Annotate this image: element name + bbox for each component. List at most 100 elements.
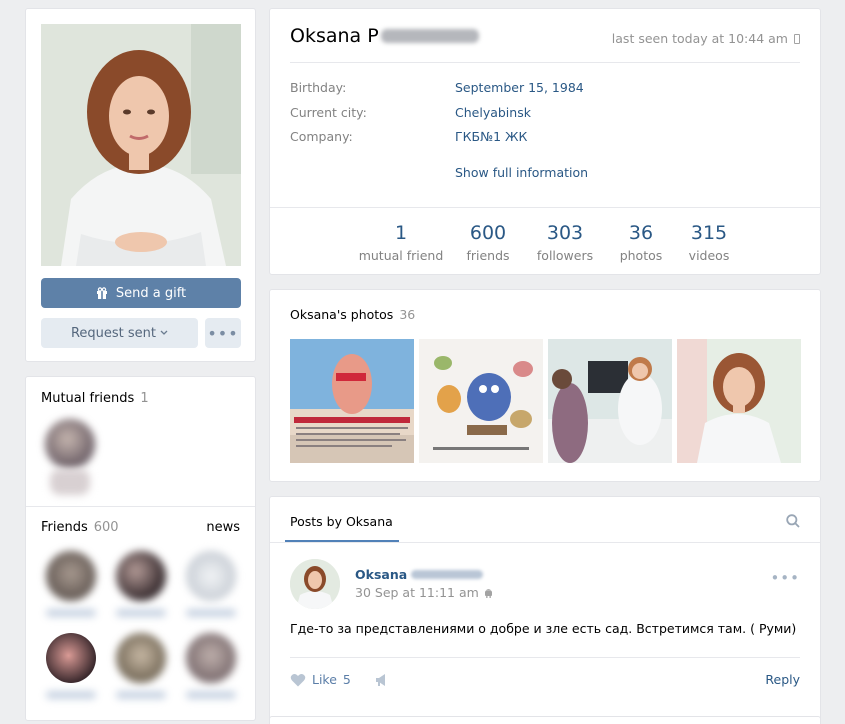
request-sent-label: Request sent bbox=[70, 325, 157, 341]
send-gift-button[interactable]: Send a gift bbox=[41, 278, 241, 308]
last-seen-status: last seen today at 10:44 am bbox=[612, 31, 800, 46]
post-author-link[interactable]: Oksana bbox=[355, 567, 484, 582]
counter-followers[interactable]: 303 followers bbox=[532, 222, 598, 263]
counter-number: 303 bbox=[546, 222, 584, 244]
page-title: Oksana P bbox=[290, 25, 479, 47]
friend-avatar bbox=[45, 419, 95, 469]
counter-label: videos bbox=[688, 248, 730, 263]
counter-mutual[interactable]: 1 mutual friend bbox=[358, 222, 444, 263]
friend-name-blurred bbox=[116, 691, 166, 699]
more-icon: ••• bbox=[207, 323, 239, 343]
android-icon bbox=[484, 588, 492, 598]
counter-number: 600 bbox=[469, 222, 507, 244]
photos-header[interactable]: Oksana's photos 36 bbox=[290, 307, 415, 322]
profile-photo[interactable] bbox=[41, 24, 241, 266]
friend-name-blurred bbox=[186, 609, 236, 617]
heart-icon bbox=[290, 673, 306, 686]
divider bbox=[270, 542, 820, 543]
mutual-friend-item[interactable] bbox=[45, 419, 95, 495]
photos-card: Oksana's photos 36 bbox=[269, 289, 821, 482]
search-icon[interactable] bbox=[786, 514, 800, 528]
divider bbox=[26, 506, 255, 507]
like-count: 5 bbox=[342, 672, 351, 687]
chevron-down-icon bbox=[160, 330, 168, 335]
birthday-link[interactable]: September 15, 1984 bbox=[455, 80, 584, 95]
mutual-friends-header[interactable]: Mutual friends 1 bbox=[41, 391, 149, 406]
friend-name-blurred bbox=[46, 691, 96, 699]
mutual-friends-count: 1 bbox=[140, 391, 149, 406]
counter-friends[interactable]: 600 friends bbox=[458, 222, 518, 263]
city-link[interactable]: Chelyabinsk bbox=[455, 105, 531, 120]
info-label: Company: bbox=[290, 129, 353, 144]
friend-avatar bbox=[186, 633, 236, 683]
friend-item[interactable] bbox=[46, 551, 96, 617]
counter-videos[interactable]: 315 videos bbox=[684, 222, 734, 263]
photo-thumbnail[interactable] bbox=[290, 339, 414, 463]
post-author-avatar[interactable] bbox=[290, 559, 340, 609]
friend-avatar bbox=[46, 633, 96, 683]
counter-number: 1 bbox=[394, 222, 408, 244]
share-icon[interactable] bbox=[375, 673, 391, 687]
post-date: 30 Sep at 11:11 am bbox=[355, 585, 479, 600]
like-button[interactable]: Like 5 bbox=[290, 672, 351, 687]
friends-news-link[interactable]: news bbox=[206, 520, 240, 535]
friend-avatar bbox=[186, 551, 236, 601]
reply-link[interactable]: Reply bbox=[765, 672, 800, 687]
posts-card: Posts by Oksana Oksana 30 Sep at 11:11 a… bbox=[269, 496, 821, 721]
send-gift-label: Send a gift bbox=[115, 285, 187, 301]
photo-thumbnail[interactable] bbox=[548, 339, 672, 463]
friend-name-blurred bbox=[186, 691, 236, 699]
friend-item[interactable] bbox=[186, 551, 236, 617]
friends-title: Friends bbox=[41, 520, 88, 535]
profile-name-blurred bbox=[380, 29, 479, 43]
profile-info-card: Oksana P last seen today at 10:44 am Bir… bbox=[269, 8, 821, 275]
show-full-info-link[interactable]: Show full information bbox=[455, 165, 588, 180]
friend-item[interactable] bbox=[46, 633, 96, 699]
photo-thumbnail[interactable] bbox=[419, 339, 543, 463]
counter-label: mutual friend bbox=[358, 248, 444, 263]
next-post-card bbox=[269, 716, 821, 724]
counter-label: photos bbox=[619, 248, 663, 263]
info-label: Birthday: bbox=[290, 80, 347, 95]
counter-label: friends bbox=[466, 248, 510, 263]
tab-posts-by-owner[interactable]: Posts by Oksana bbox=[290, 514, 393, 529]
more-actions-button[interactable]: ••• bbox=[205, 318, 241, 348]
friend-avatar-extra bbox=[50, 469, 90, 495]
post-author-name: Oksana bbox=[355, 567, 408, 582]
friend-item[interactable] bbox=[186, 633, 236, 699]
post-text: Где-то за представлениями о добре и зле … bbox=[290, 621, 797, 636]
profile-counters: 1 mutual friend 600 friends 303 follower… bbox=[270, 207, 820, 276]
gift-icon bbox=[96, 287, 107, 299]
photos-title: Oksana's photos bbox=[290, 307, 394, 322]
divider bbox=[290, 62, 800, 63]
post-menu-button[interactable]: ••• bbox=[770, 569, 800, 587]
company-link[interactable]: ГКБ№1 ЖК bbox=[455, 129, 527, 144]
request-sent-button[interactable]: Request sent bbox=[41, 318, 198, 348]
friends-card: Mutual friends 1 Friends 600 news bbox=[25, 376, 256, 721]
friend-avatar bbox=[116, 633, 166, 683]
counter-number: 36 bbox=[628, 222, 654, 244]
photos-count: 36 bbox=[399, 307, 416, 322]
phone-icon bbox=[794, 33, 800, 44]
friend-avatar bbox=[116, 551, 166, 601]
friend-name-blurred bbox=[116, 609, 166, 617]
post-author-blurred bbox=[411, 570, 484, 579]
like-label: Like bbox=[312, 672, 337, 687]
last-seen-text: last seen today at 10:44 am bbox=[611, 31, 788, 46]
friend-name-blurred bbox=[46, 609, 96, 617]
friend-item[interactable] bbox=[116, 633, 166, 699]
photo-thumbnail[interactable] bbox=[677, 339, 801, 463]
friends-count: 600 bbox=[93, 520, 119, 535]
friend-avatar bbox=[46, 551, 96, 601]
avatar-card: Send a gift Request sent ••• bbox=[25, 8, 256, 362]
info-label: Current city: bbox=[290, 105, 367, 120]
friend-item[interactable] bbox=[116, 551, 166, 617]
profile-name: Oksana P bbox=[290, 25, 379, 47]
counter-label: followers bbox=[536, 248, 594, 263]
divider bbox=[290, 657, 800, 658]
post-date-link[interactable]: 30 Sep at 11:11 am bbox=[355, 585, 493, 600]
counter-photos[interactable]: 36 photos bbox=[616, 222, 666, 263]
counter-number: 315 bbox=[690, 222, 728, 244]
mutual-friends-title: Mutual friends bbox=[41, 391, 135, 406]
friends-header[interactable]: Friends 600 bbox=[41, 520, 119, 535]
